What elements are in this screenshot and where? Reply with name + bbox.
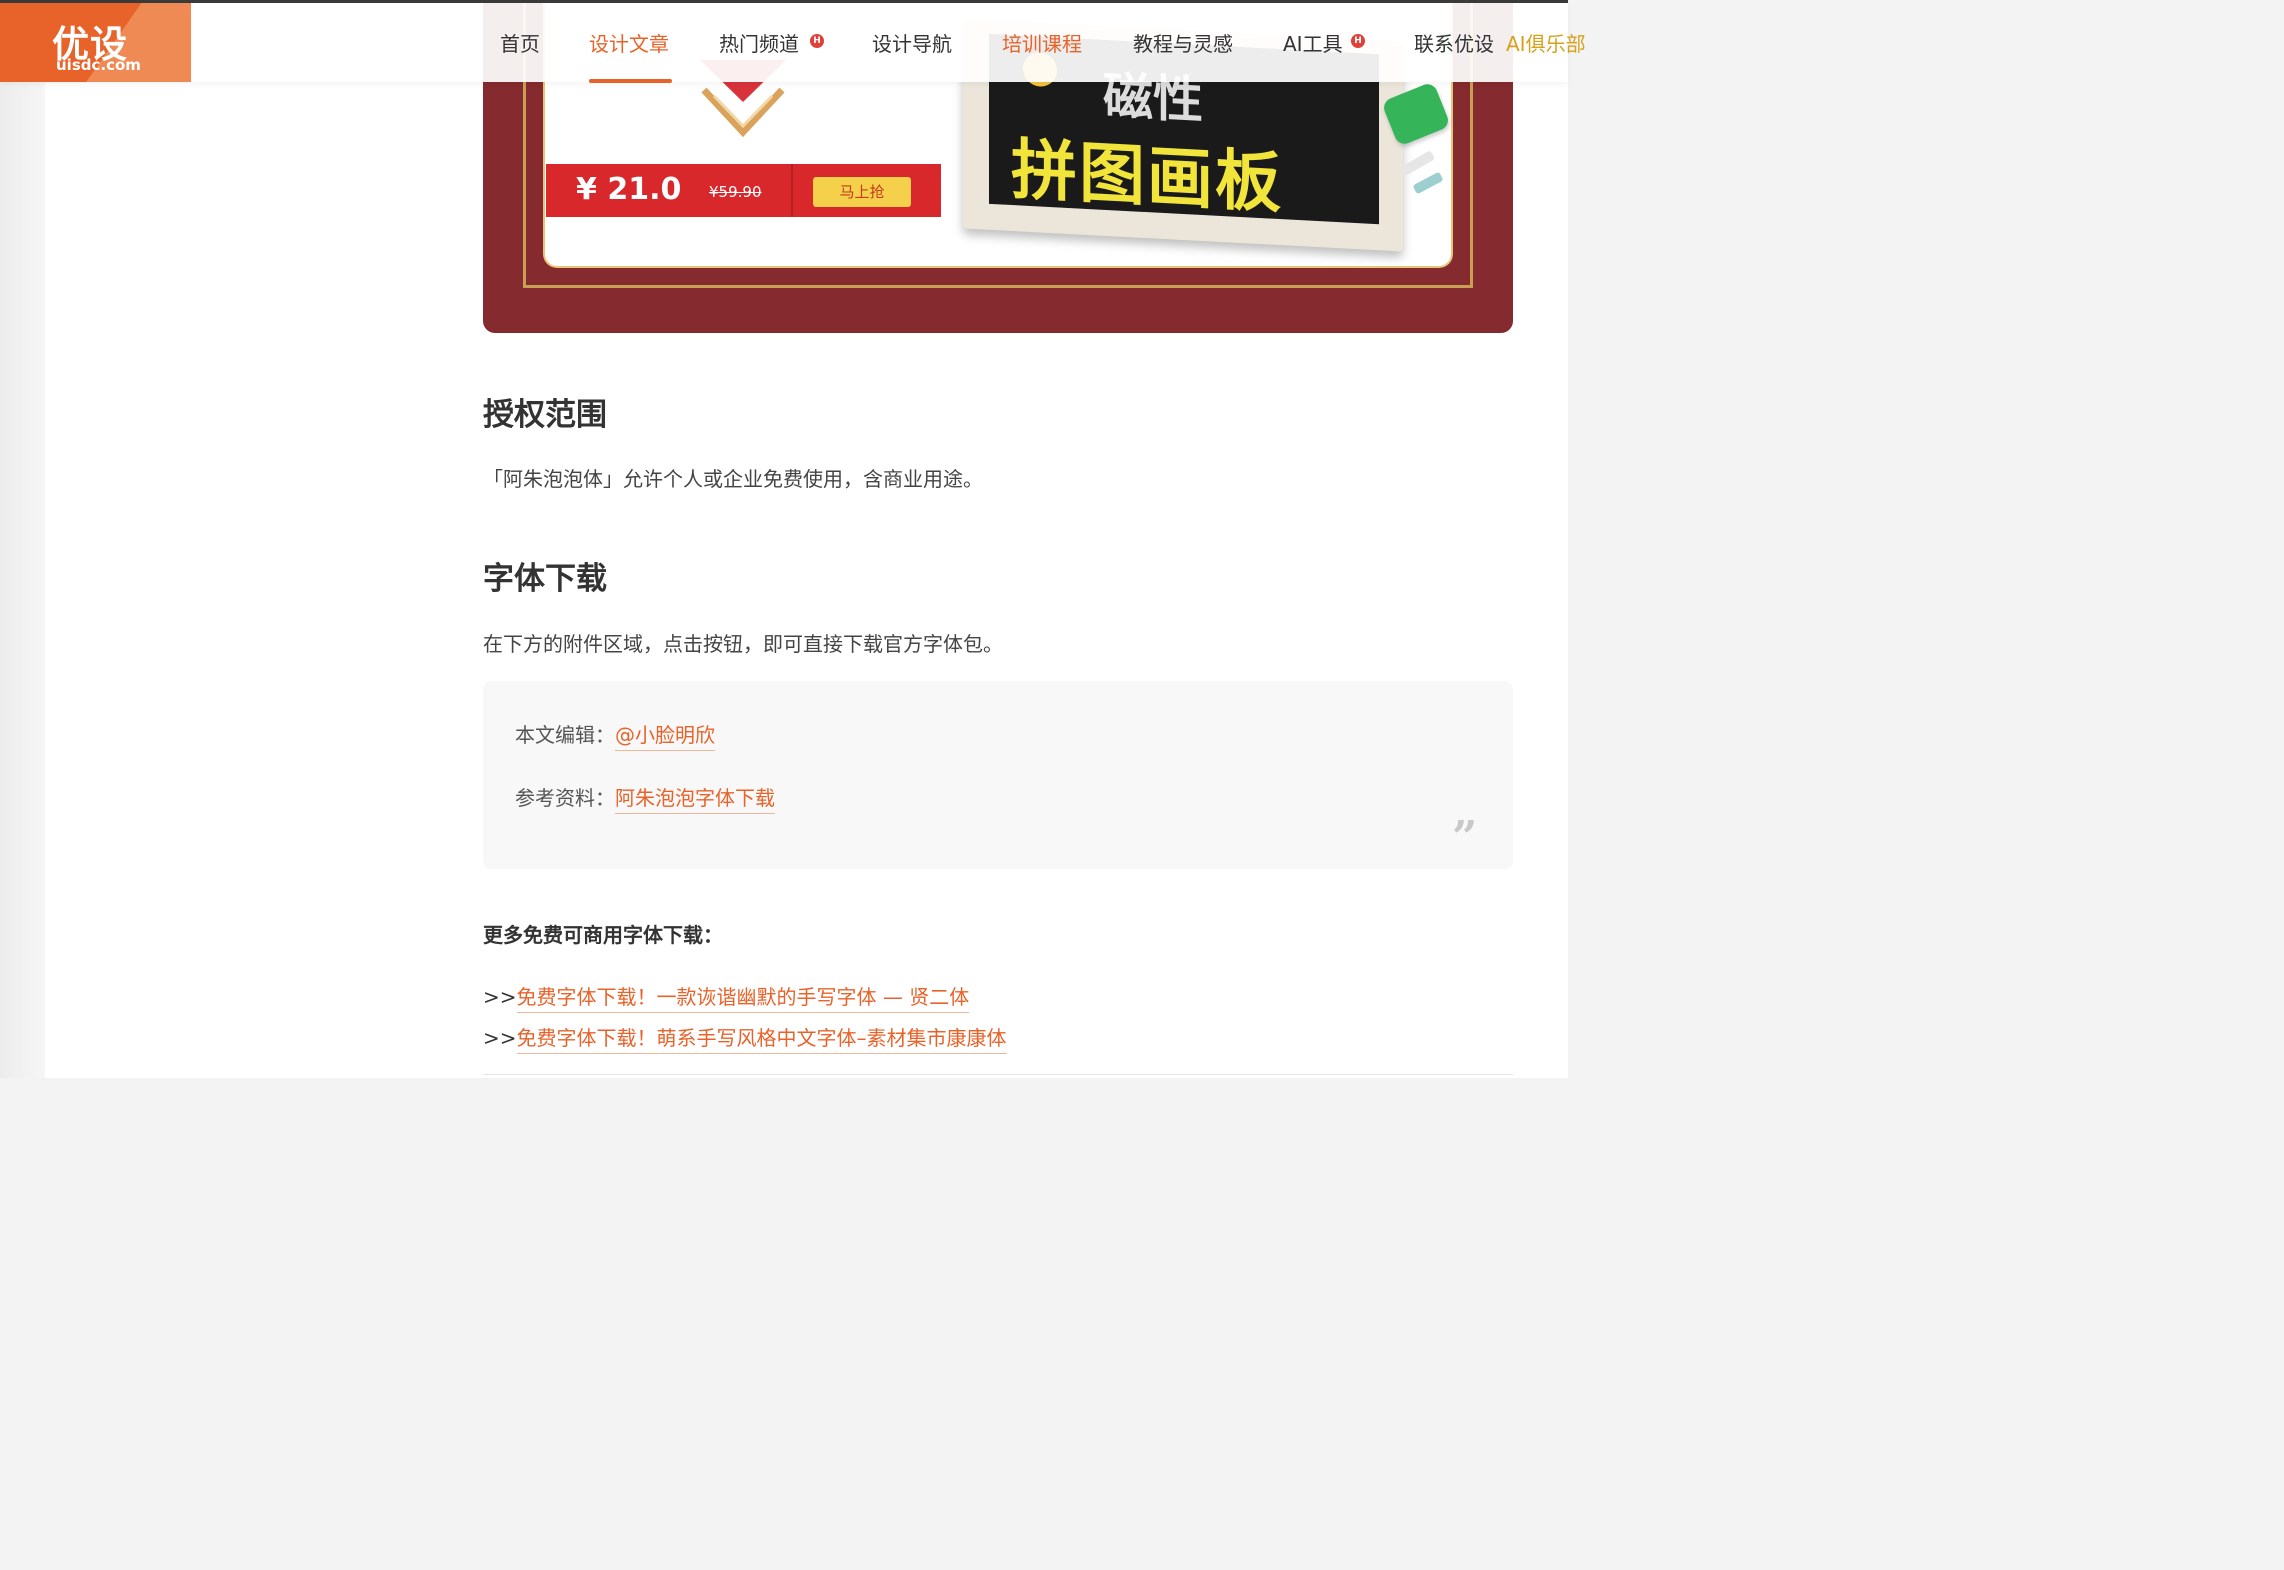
more-link-row: >>免费字体下载！一款诙谐幽默的手写字体 — 贤二体 bbox=[483, 981, 970, 1013]
price-bar-tip bbox=[921, 164, 941, 217]
window-top-border bbox=[0, 0, 1568, 3]
more-fonts-title: 更多免费可商用字体下载： bbox=[483, 923, 723, 947]
reference-label: 参考资料： bbox=[515, 786, 615, 810]
nav-contact[interactable]: 联系优设 bbox=[1414, 28, 1494, 57]
nav-home[interactable]: 首页 bbox=[500, 28, 540, 57]
more-font-link[interactable]: 免费字体下载！萌系手写风格中文字体–素材集市康康体 bbox=[516, 1026, 1007, 1054]
section-title-license: 授权范围 bbox=[483, 397, 607, 433]
buy-now-button: 马上抢 bbox=[813, 177, 911, 207]
reference-row: 参考资料：阿朱泡泡字体下载 bbox=[515, 782, 775, 814]
site-header: 优设 uisdc.com 首页 设计文章 热门频道 H 设计导航 培训课程 教程… bbox=[0, 3, 1586, 83]
main-nav: 首页 设计文章 热门频道 H 设计导航 培训课程 教程与灵感 AI工具 H 联系… bbox=[0, 3, 1586, 83]
nav-design-articles[interactable]: 设计文章 bbox=[589, 28, 669, 57]
quote-icon: ” bbox=[1452, 812, 1478, 863]
nav-ai-tools[interactable]: AI工具 bbox=[1283, 28, 1343, 57]
hot-badge-icon: H bbox=[810, 34, 824, 48]
editor-row: 本文编辑：@小脸明欣 bbox=[515, 719, 715, 751]
content-divider bbox=[483, 1074, 1513, 1075]
nav-tutorials-inspiration[interactable]: 教程与灵感 bbox=[1133, 28, 1233, 57]
price-bar: ¥ 21.0 ¥59.90 马上抢 bbox=[546, 164, 941, 217]
price-divider bbox=[791, 164, 793, 217]
section-title-download: 字体下载 bbox=[483, 561, 607, 597]
more-link-row: >>免费字体下载！萌系手写风格中文字体–素材集市康康体 bbox=[483, 1022, 1007, 1054]
more-font-link[interactable]: 免费字体下载！一款诙谐幽默的手写字体 — 贤二体 bbox=[516, 985, 970, 1013]
nav-ai-club[interactable]: AI俱乐部 bbox=[1506, 28, 1586, 57]
hot-badge-icon: H bbox=[1351, 34, 1365, 48]
sale-price: ¥ 21.0 bbox=[576, 172, 682, 207]
link-prefix: >> bbox=[483, 1026, 517, 1050]
license-text: 「阿朱泡泡体」允许个人或企业免费使用，含商业用途。 bbox=[483, 467, 983, 491]
link-prefix: >> bbox=[483, 985, 517, 1009]
nav-training-courses[interactable]: 培训课程 bbox=[1002, 28, 1082, 57]
nav-design-navigation[interactable]: 设计导航 bbox=[872, 28, 952, 57]
nav-hot-channels[interactable]: 热门频道 bbox=[719, 28, 799, 57]
editor-link[interactable]: @小脸明欣 bbox=[615, 723, 715, 751]
original-price: ¥59.90 bbox=[709, 183, 762, 201]
download-text: 在下方的附件区域，点击按钮，即可直接下载官方字体包。 bbox=[483, 632, 1003, 656]
article-info-box: 本文编辑：@小脸明欣 参考资料：阿朱泡泡字体下载 ” bbox=[483, 681, 1513, 869]
board-title: 拼图画板 bbox=[1011, 130, 1283, 223]
reference-link[interactable]: 阿朱泡泡字体下载 bbox=[615, 786, 775, 814]
editor-label: 本文编辑： bbox=[515, 723, 615, 747]
active-tab-indicator bbox=[589, 79, 672, 83]
left-gutter bbox=[0, 82, 45, 1078]
